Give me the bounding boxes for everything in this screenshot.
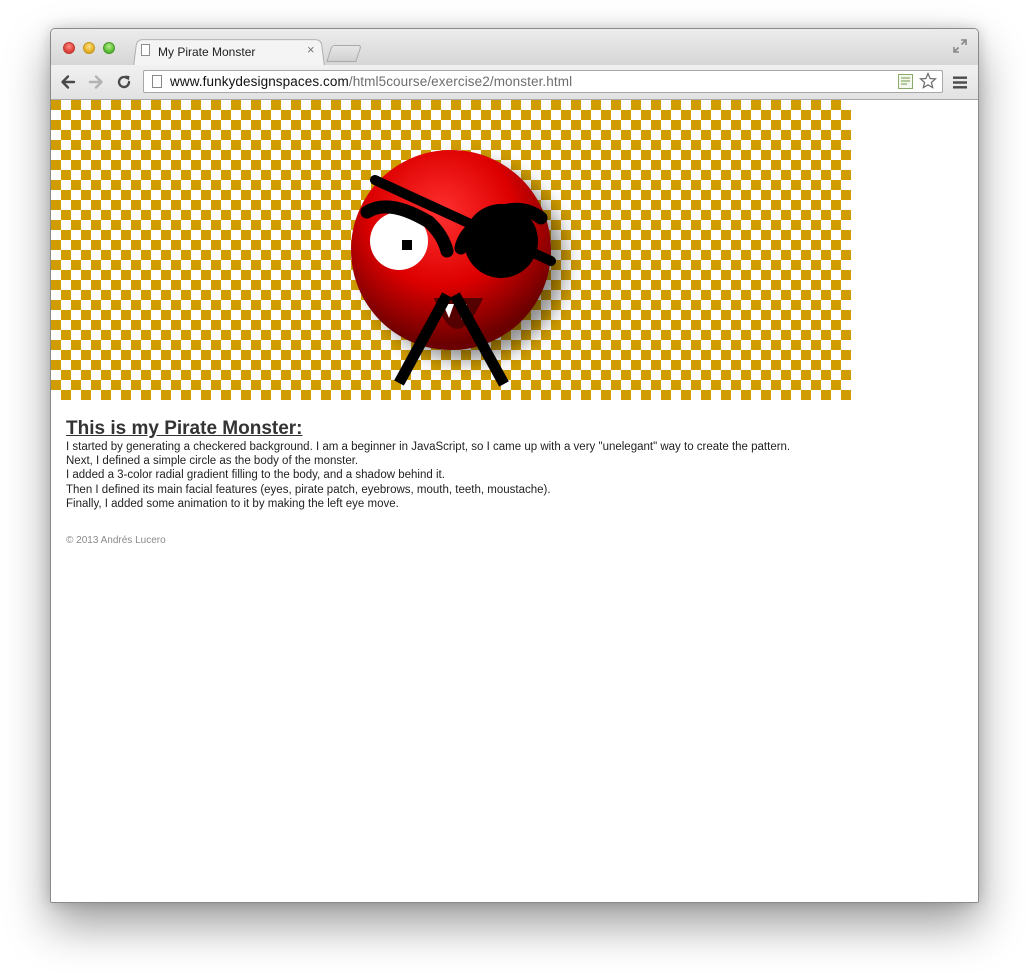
- address-bar[interactable]: www.funkydesignspaces.com/html5course/ex…: [143, 70, 943, 93]
- copyright-footer: © 2013 Andrés Lucero: [66, 535, 166, 546]
- new-tab-button[interactable]: [326, 45, 362, 62]
- browser-toolbar: www.funkydesignspaces.com/html5course/ex…: [51, 65, 978, 100]
- fullscreen-icon[interactable]: [953, 39, 967, 53]
- description: I started by generating a checkered back…: [66, 440, 946, 511]
- tab-close-icon[interactable]: ×: [307, 43, 315, 57]
- url-path: /html5course/exercise2/monster.html: [348, 74, 573, 89]
- menu-icon[interactable]: [953, 76, 967, 89]
- monster-canvas: [51, 100, 851, 400]
- star-icon[interactable]: [919, 72, 937, 90]
- title-bar: My Pirate Monster ×: [51, 29, 978, 67]
- page-viewport[interactable]: This is my Pirate Monster: I started by …: [51, 100, 978, 902]
- minimize-window-button[interactable]: [83, 42, 95, 54]
- html5-extension-icon[interactable]: [898, 74, 913, 89]
- close-window-button[interactable]: [63, 42, 75, 54]
- back-arrow-icon[interactable]: [59, 73, 77, 91]
- url-host: www.funkydesignspaces.com: [170, 74, 349, 89]
- page-title: This is my Pirate Monster:: [66, 418, 303, 439]
- tab-title: My Pirate Monster: [158, 45, 256, 59]
- active-tab-content[interactable]: My Pirate Monster ×: [141, 39, 326, 65]
- paragraph: Next, I defined a simple circle as the b…: [66, 455, 359, 468]
- paragraph: Then I defined its main facial features …: [66, 483, 551, 496]
- page-icon: [141, 44, 150, 56]
- paragraph: I added a 3-color radial gradient fillin…: [66, 469, 445, 482]
- url-text[interactable]: www.funkydesignspaces.com/html5course/ex…: [170, 74, 572, 89]
- forward-arrow-icon[interactable]: [87, 73, 105, 91]
- left-pupil: [402, 240, 412, 250]
- zoom-window-button[interactable]: [103, 42, 115, 54]
- reload-icon[interactable]: [115, 73, 133, 91]
- browser-window: My Pirate Monster × www.funkydesignspace…: [50, 28, 979, 903]
- page-icon: [152, 75, 162, 88]
- paragraph: I started by generating a checkered back…: [66, 441, 791, 453]
- paragraph: Finally, I added some animation to it by…: [66, 497, 399, 510]
